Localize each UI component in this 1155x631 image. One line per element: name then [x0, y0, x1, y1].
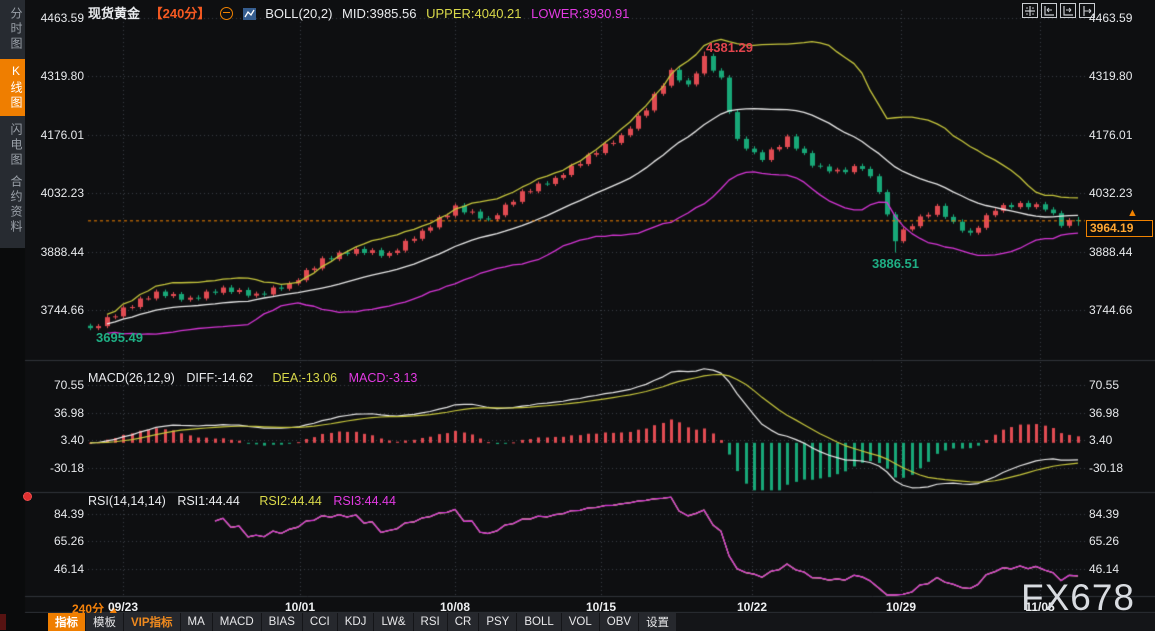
- rsi1-value: RSI1:44.44: [177, 494, 240, 508]
- toolbar-item-VOL[interactable]: VOL: [562, 613, 599, 631]
- watermark: FX678: [1021, 577, 1135, 619]
- toolbar-item-OBV[interactable]: OBV: [600, 613, 638, 631]
- main-y-label-right-5: 3744.66: [1089, 303, 1132, 317]
- chart-canvas[interactable]: [0, 0, 1155, 631]
- toolbar-item-VIP指标[interactable]: VIP指标: [124, 613, 180, 631]
- main-y-label-right-0: 4463.59: [1089, 11, 1132, 25]
- sidebar-item-1[interactable]: K线图: [0, 59, 25, 116]
- main-y-label-right-3: 4032.23: [1089, 186, 1132, 200]
- x-axis-label-4: 10/22: [722, 600, 782, 614]
- macd-y-label-right-2: 3.40: [1089, 433, 1112, 447]
- toolbar-item-KDJ[interactable]: KDJ: [338, 613, 374, 631]
- x-axis-label-0: 09/23: [93, 600, 153, 614]
- macd-macd-value: MACD:-3.13: [349, 371, 418, 385]
- toolbar-item-CR[interactable]: CR: [448, 613, 479, 631]
- last-price-arrow-icon: ▲: [1127, 207, 1138, 219]
- x-axis-label-3: 10/15: [571, 600, 631, 614]
- boll-mid-value: MID:3985.56: [342, 6, 416, 21]
- rsi-panel-header: RSI(14,14,14) RSI1:44.44 RSI2:44.44 RSI3…: [88, 494, 404, 508]
- overlay-icon[interactable]: [220, 7, 233, 20]
- rsi-y-label-right-2: 46.14: [1089, 562, 1119, 576]
- chart-style-icon[interactable]: [243, 8, 256, 20]
- sidebar-item-0[interactable]: 分时图: [0, 7, 25, 52]
- boll-upper-value: UPPER:4040.21: [426, 6, 521, 21]
- bottom-left-marker: [0, 614, 6, 630]
- macd-y-label-right-0: 70.55: [1089, 378, 1119, 392]
- boll-lower-value: LOWER:3930.91: [531, 6, 629, 21]
- toolbar-spacer: [0, 613, 48, 631]
- sidebar-item-3[interactable]: 合约资料: [0, 175, 25, 235]
- rsi-y-label-right-1: 65.26: [1089, 534, 1119, 548]
- main-y-label-left-0: 4463.59: [28, 11, 84, 25]
- main-y-label-left-3: 4032.23: [28, 186, 84, 200]
- toolbar-item-BIAS[interactable]: BIAS: [262, 613, 302, 631]
- sidebar: 分时图 K线图闪电图合约资料: [0, 0, 25, 248]
- sidebar-item-2[interactable]: 闪电图: [0, 123, 25, 168]
- toolbar-item-模板[interactable]: 模板: [86, 613, 123, 631]
- peak-price-label: 4381.29: [706, 40, 753, 55]
- compress-right-icon[interactable]: [1060, 3, 1076, 18]
- symbol-name: 现货黄金: [88, 6, 140, 21]
- macd-y-label-right-3: -30.18: [1089, 461, 1123, 475]
- trough-price-label: 3886.51: [872, 256, 919, 271]
- rsi-y-label-left-2: 46.14: [28, 562, 84, 576]
- toolbar-item-LW&[interactable]: LW&: [374, 613, 412, 631]
- chart-header: 现货黄金 【240分】 BOLL(20,2) MID:3985.56 UPPER…: [88, 3, 635, 22]
- macd-y-label-left-0: 70.55: [28, 378, 84, 392]
- toolbar-item-设置[interactable]: 设置: [639, 613, 676, 631]
- boll-title: BOLL(20,2): [265, 6, 332, 21]
- macd-y-label-left-1: 36.98: [28, 406, 84, 420]
- period-badge[interactable]: 【240分】: [150, 6, 211, 21]
- rsi2-value: RSI2:44.44: [259, 494, 322, 508]
- rsi-y-label-right-0: 84.39: [1089, 507, 1119, 521]
- macd-y-label-left-3: -30.18: [28, 461, 84, 475]
- chart-window: 分时图 K线图闪电图合约资料 现货黄金 【240分】 BOLL(20,2) MID…: [0, 0, 1155, 631]
- macd-title: MACD(26,12,9): [88, 371, 175, 385]
- pan-tool-icon[interactable]: [1022, 3, 1038, 18]
- toolbar-item-MACD[interactable]: MACD: [213, 613, 261, 631]
- start-price-label: 3695.49: [96, 330, 143, 345]
- indicator-settings-icon[interactable]: [23, 492, 32, 501]
- macd-panel-header: MACD(26,12,9) DIFF:-14.62 DEA:-13.06 MAC…: [88, 371, 425, 385]
- main-y-label-left-5: 3744.66: [28, 303, 84, 317]
- macd-y-label-right-1: 36.98: [1089, 406, 1119, 420]
- main-y-label-left-2: 4176.01: [28, 128, 84, 142]
- toolbar-item-MA[interactable]: MA: [181, 613, 212, 631]
- toolbar-item-指标[interactable]: 指标: [48, 613, 85, 631]
- indicator-toolbar: 指标模板VIP指标MAMACDBIASCCIKDJLW&RSICRPSYBOLL…: [0, 613, 1155, 631]
- toolbar-item-RSI[interactable]: RSI: [414, 613, 447, 631]
- rsi3-value: RSI3:44.44: [333, 494, 396, 508]
- x-axis-label-1: 10/01: [270, 600, 330, 614]
- macd-y-label-left-2: 3.40: [28, 433, 84, 447]
- rsi-y-label-left-0: 84.39: [28, 507, 84, 521]
- toolbar-item-CCI[interactable]: CCI: [303, 613, 337, 631]
- main-y-label-right-2: 4176.01: [1089, 128, 1132, 142]
- macd-diff-value: DIFF:-14.62: [186, 371, 253, 385]
- toolbar-item-BOLL[interactable]: BOLL: [517, 613, 560, 631]
- main-y-label-right-1: 4319.80: [1089, 69, 1132, 83]
- rsi-title: RSI(14,14,14): [88, 494, 166, 508]
- compress-left-icon[interactable]: [1041, 3, 1057, 18]
- last-price-tag: 3964.19: [1086, 220, 1153, 237]
- x-axis-label-2: 10/08: [425, 600, 485, 614]
- rsi-y-label-left-1: 65.26: [28, 534, 84, 548]
- main-y-label-right-4: 3888.44: [1089, 245, 1132, 259]
- toolbar-item-PSY[interactable]: PSY: [479, 613, 516, 631]
- x-axis-label-5: 10/29: [871, 600, 931, 614]
- chart-tools: [1022, 3, 1095, 18]
- main-y-label-left-1: 4319.80: [28, 69, 84, 83]
- macd-dea-value: DEA:-13.06: [273, 371, 338, 385]
- main-y-label-left-4: 3888.44: [28, 245, 84, 259]
